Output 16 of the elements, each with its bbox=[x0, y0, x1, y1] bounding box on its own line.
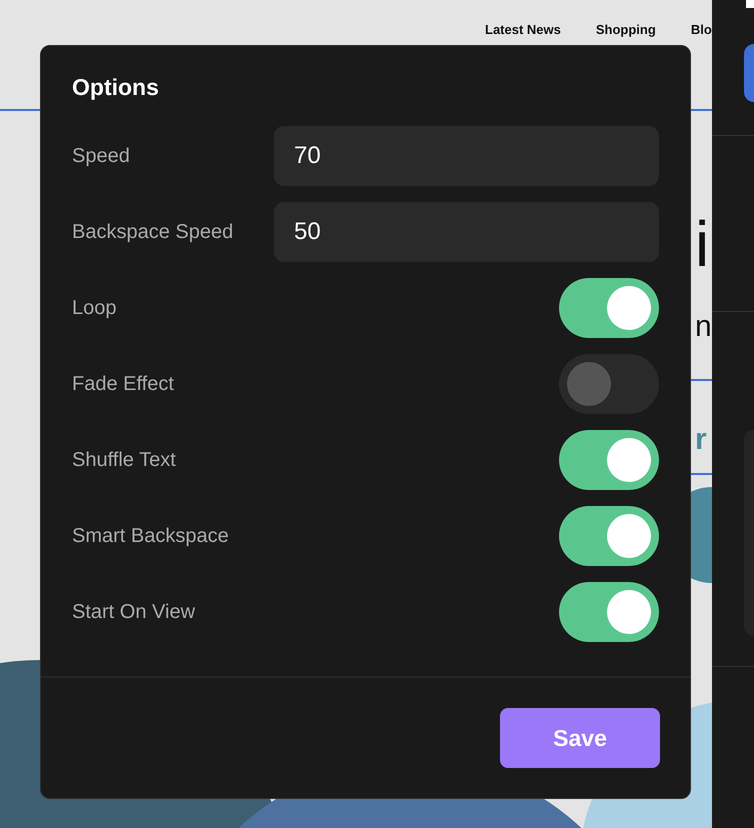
option-label: Loop bbox=[72, 296, 118, 320]
option-label: Shuffle Text bbox=[72, 448, 177, 472]
heading-text: r bbox=[695, 425, 707, 455]
option-label: Fade Effect bbox=[72, 372, 175, 396]
nav-link[interactable]: Blo bbox=[690, 22, 712, 37]
heading-text: n bbox=[695, 312, 712, 342]
number-field[interactable]: 70 bbox=[274, 126, 659, 186]
nav-link[interactable]: Latest News bbox=[485, 22, 561, 37]
option-label: Backspace Speed bbox=[72, 220, 234, 244]
dialog-title: Options bbox=[72, 74, 160, 101]
option-label: Speed bbox=[72, 144, 131, 168]
nav-link[interactable]: Shopping bbox=[596, 22, 656, 37]
heading-text: i bbox=[695, 212, 710, 276]
option-label: Smart Backspace bbox=[72, 524, 230, 548]
number-field[interactable]: 50 bbox=[274, 202, 659, 262]
option-label: Start On View bbox=[72, 600, 196, 624]
